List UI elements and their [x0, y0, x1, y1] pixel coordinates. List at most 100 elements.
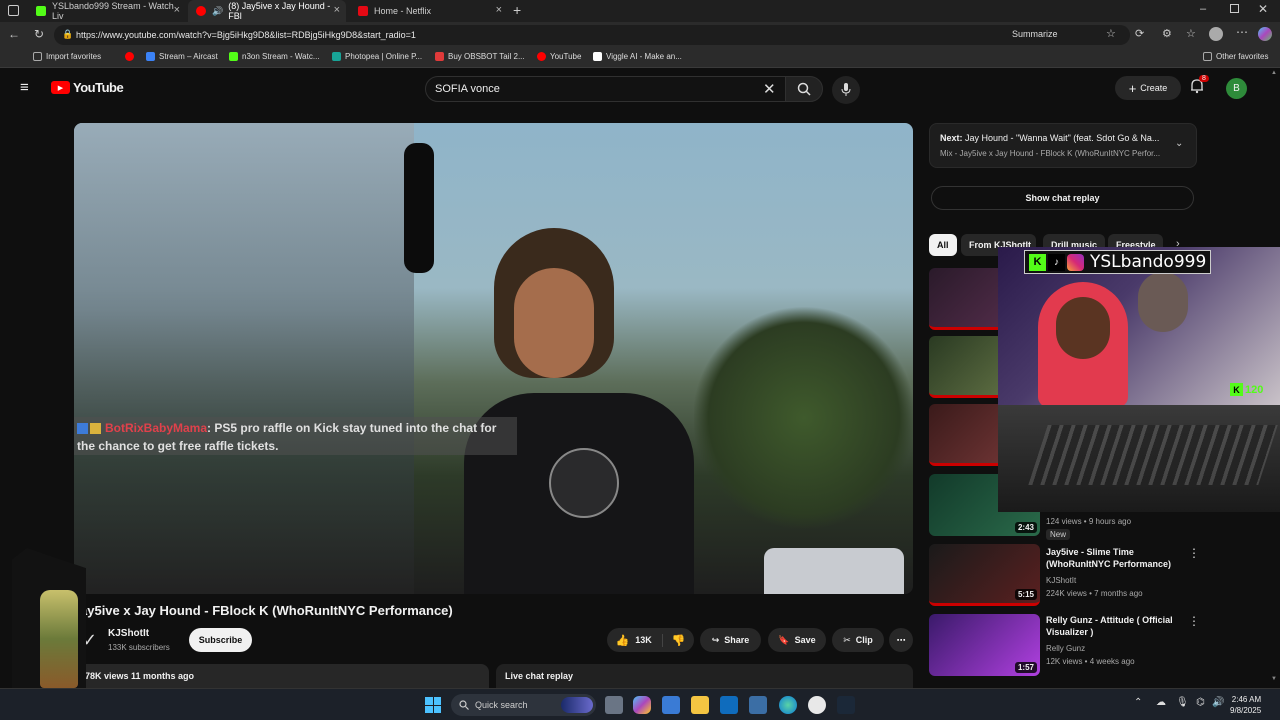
tiktok-icon: ♪ — [1048, 253, 1065, 271]
address-bar-row: ← ↻ 🔒 https://www.youtube.com/watch?v=Bj… — [0, 22, 1280, 48]
chevron-down-icon[interactable]: ⌄ — [1175, 138, 1183, 149]
bookmarks-bar: Import favorites Stream – Aircast n3on S… — [0, 48, 1280, 68]
new-tab-button[interactable]: + — [513, 2, 521, 18]
kick-icon: K — [1029, 253, 1046, 271]
kick-icon — [36, 6, 46, 16]
bookmark-import-favorites[interactable]: Import favorites — [33, 52, 101, 61]
copilot-icon[interactable] — [1258, 27, 1272, 41]
bookmark-youtube-1[interactable] — [125, 52, 138, 61]
video-meta: 124 views • 9 hours ago — [1046, 517, 1132, 526]
youtube-icon — [196, 6, 206, 16]
scroll-up-icon[interactable]: ▲ — [1271, 70, 1277, 76]
photos-icon[interactable] — [749, 696, 767, 714]
edge-icon[interactable] — [779, 696, 797, 714]
youtube-logo[interactable]: ▶ YouTube — [51, 80, 124, 95]
maximize-icon[interactable] — [1230, 4, 1239, 13]
close-icon[interactable]: × — [334, 4, 340, 16]
scroll-down-icon[interactable]: ▼ — [1271, 676, 1277, 682]
close-icon[interactable]: × — [174, 4, 180, 16]
viewer-count: K 120 — [1230, 383, 1263, 396]
chip-all[interactable]: All — [929, 234, 957, 256]
video-thumbnail-6[interactable]: 1:57 — [929, 614, 1040, 676]
bookmark-icon: 🔖 — [778, 634, 790, 645]
wifi-icon[interactable]: ⌬ — [1196, 697, 1205, 708]
tab-youtube-video[interactable]: 🔊 (8) Jay5ive x Jay Hound - FBl × — [188, 0, 346, 22]
steam-icon[interactable] — [837, 696, 855, 714]
notifications-button[interactable]: 8 — [1190, 75, 1209, 99]
video-meta: 224K views • 7 months ago — [1046, 589, 1143, 598]
subscribe-button[interactable]: Subscribe — [189, 628, 252, 652]
share-button[interactable]: ↪ Share — [700, 628, 761, 652]
favorite-star-icon[interactable]: ☆ — [1106, 27, 1116, 40]
video-title-slime-time[interactable]: Jay5ive - Slime Time (WhoRunItNYC Perfor… — [1046, 546, 1176, 570]
thumbs-down-icon: 👎 — [671, 634, 686, 647]
mic-tray-icon[interactable]: 🎙 — [1176, 697, 1189, 708]
notification-badge: 8 — [1199, 75, 1209, 82]
live-chat-replay-header[interactable]: Live chat replay — [496, 664, 913, 688]
voice-search-button[interactable] — [832, 76, 860, 104]
dislike-button[interactable]: 👎 — [668, 634, 686, 647]
close-icon[interactable]: × — [496, 4, 502, 16]
chat-username: BotRixBabyMama — [105, 421, 208, 435]
tab-actions-icon[interactable] — [8, 5, 19, 16]
system-clock[interactable]: 2:46 AM 9/8/2025 — [1230, 694, 1261, 716]
clip-button[interactable]: ✂ Clip — [832, 628, 884, 652]
back-icon[interactable]: ← — [8, 27, 20, 41]
obs-icon[interactable] — [808, 696, 826, 714]
video-menu-icon[interactable]: ⋮ — [1188, 546, 1200, 560]
clear-search-icon[interactable]: ✕ — [763, 80, 776, 98]
settings-icon[interactable]: ⚙ — [1162, 27, 1172, 40]
video-title-attitude[interactable]: Relly Gunz - Attitude ( Official Visuali… — [1046, 614, 1176, 638]
extensions-icon[interactable]: ⟳ — [1135, 27, 1144, 40]
search-input[interactable]: SOFIA vonce ✕ — [425, 76, 786, 102]
bookmark-obsbot[interactable]: Buy OBSBOT Tail 2... — [435, 52, 525, 61]
store-icon[interactable] — [662, 696, 680, 714]
menu-icon[interactable]: ≡ — [20, 79, 29, 96]
taskbar-search-input[interactable]: Quick search — [451, 694, 596, 716]
more-menu-icon[interactable]: ⋯ — [1236, 25, 1248, 39]
close-window-icon[interactable]: ✕ — [1258, 2, 1268, 16]
volume-icon[interactable]: 🔊 — [1212, 697, 1224, 708]
tab-netflix[interactable]: Home - Netflix × — [350, 0, 508, 22]
chevron-up-icon[interactable]: ⌃ — [1134, 697, 1142, 708]
refresh-icon[interactable]: ↻ — [34, 27, 44, 41]
video-player[interactable]: BotRixBabyMama: PS5 pro raffle on Kick s… — [74, 123, 913, 594]
bookmark-photopea[interactable]: Photopea | Online P... — [332, 52, 422, 61]
profile-avatar-icon[interactable] — [1209, 27, 1223, 41]
file-explorer-icon[interactable] — [691, 696, 709, 714]
video-menu-icon[interactable]: ⋮ — [1188, 614, 1200, 628]
show-chat-replay-button[interactable]: Show chat replay — [931, 186, 1194, 210]
desk-mixer — [998, 405, 1280, 512]
like-dislike-group: 👍 13K 👎 — [607, 628, 694, 652]
summarize-button[interactable]: Summarize — [1012, 29, 1058, 39]
building-scene — [74, 123, 414, 594]
more-actions-button[interactable]: ⋯ — [889, 628, 913, 652]
video-channel[interactable]: KJShotIt — [1046, 575, 1076, 586]
minimize-icon[interactable]: – — [1200, 3, 1206, 15]
speaker-icon[interactable]: 🔊 — [212, 6, 223, 17]
stream-socials-banner: K ♪ YSLbando999 — [1024, 250, 1212, 274]
bookmark-other-favorites[interactable]: Other favorites — [1203, 52, 1268, 61]
save-button[interactable]: 🔖 Save — [768, 628, 826, 652]
like-button[interactable]: 👍 13K — [616, 633, 663, 647]
channel-name[interactable]: KJShotIt — [108, 628, 149, 639]
outlook-icon[interactable] — [720, 696, 738, 714]
bookmark-youtube[interactable]: YouTube — [537, 52, 581, 61]
search-button[interactable] — [785, 76, 823, 102]
video-channel[interactable]: Relly Gunz — [1046, 643, 1085, 654]
account-avatar[interactable]: B — [1226, 78, 1247, 99]
bookmark-viggle[interactable]: Viggle AI - Make an... — [593, 52, 682, 61]
url-field[interactable]: 🔒 https://www.youtube.com/watch?v=Bjg5iH… — [54, 25, 1130, 45]
task-view-icon[interactable] — [605, 696, 623, 714]
windows-start-icon[interactable] — [425, 697, 441, 713]
bookmark-aircast[interactable]: Stream – Aircast — [146, 52, 218, 61]
up-next-card[interactable]: Next: Jay Hound - "Wanna Wait" (feat. Sd… — [929, 123, 1197, 168]
tab-ysl-stream[interactable]: YSLbando999 Stream - Watch Liv × — [28, 0, 186, 22]
create-button[interactable]: + Create — [1115, 76, 1181, 100]
video-thumbnail-5[interactable]: 5:15 — [929, 544, 1040, 606]
copilot-app-icon[interactable] — [633, 696, 651, 714]
bookmark-n3on[interactable]: n3on Stream - Watc... — [229, 52, 320, 61]
favorites-icon[interactable]: ☆ — [1186, 27, 1196, 40]
cloud-icon[interactable]: ☁ — [1156, 697, 1166, 708]
description-box[interactable]: 78K views 11 months ago — [74, 664, 489, 688]
